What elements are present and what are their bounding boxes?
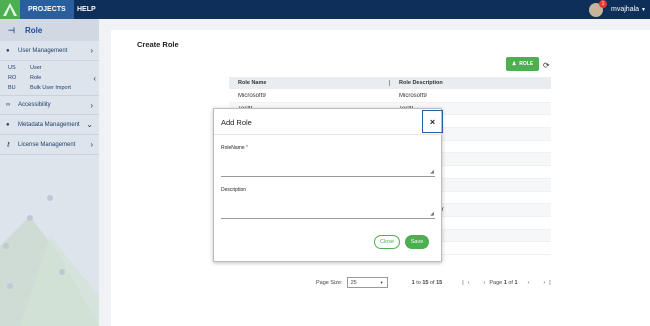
role-description-cell: Microsoft9	[399, 92, 427, 99]
sidebar-item-user[interactable]: US User	[0, 63, 99, 73]
description-field[interactable]: ◢	[221, 204, 435, 219]
sidebar-section-license-management[interactable]: ⚷ License Management ›	[0, 135, 99, 155]
first-page-icon[interactable]: |‹	[462, 280, 473, 286]
top-navigation-bar: PROJECTS HELP 1 mvajhala ▼	[0, 0, 650, 19]
role-name-field[interactable]: ◢	[221, 162, 435, 177]
pin-icon[interactable]: ⊣	[8, 26, 15, 35]
user-icon: ●	[6, 47, 10, 54]
resize-handle-icon[interactable]: ◢	[430, 211, 434, 217]
add-role-button[interactable]: ♟ ROLE	[506, 57, 539, 71]
add-role-button-label: ROLE	[519, 61, 534, 67]
sidebar-section-accessibility[interactable]: ∞ Accessibility ›	[0, 95, 99, 115]
add-role-dialog: Add Role × RoleName * ◢ Description ◢ Cl…	[213, 108, 443, 262]
sidebar-item-label: Bulk User Import	[30, 85, 71, 91]
page-size-label: Page Size:	[316, 279, 343, 286]
sidebar: ⊣ Role ● User Management › US User RO Role…	[0, 19, 99, 326]
table-header: Role Name Role Description	[229, 77, 551, 89]
dialog-divider	[214, 134, 443, 135]
role-name-label: RoleName *	[221, 145, 248, 151]
chevron-right-icon: ›	[90, 100, 93, 110]
chevron-right-icon: ›	[90, 140, 93, 149]
next-page-icon[interactable]: ›	[528, 280, 534, 286]
sidebar-item-code: BU	[8, 85, 16, 91]
close-icon[interactable]: ×	[422, 110, 443, 133]
sidebar-title: Role	[24, 25, 43, 35]
sidebar-section-label: License Management	[18, 141, 76, 148]
table-row[interactable]: Microsoft9 Microsoft9	[229, 90, 551, 103]
sidebar-item-label: User	[30, 65, 42, 71]
refresh-icon[interactable]: ⟳	[543, 61, 550, 70]
user-name[interactable]: mvajhala	[611, 6, 639, 13]
chevron-right-icon: ›	[90, 46, 93, 55]
key-icon: ⚷	[6, 142, 11, 148]
sidebar-section-metadata-management[interactable]: ● Metadata Management ⌄	[0, 115, 99, 135]
resize-handle-icon[interactable]: ◢	[430, 169, 434, 175]
page-size-value: 25	[350, 279, 357, 286]
sidebar-section-label: Accessibility	[18, 102, 51, 108]
chevron-down-icon: ⌄	[86, 120, 93, 129]
page-size-select[interactable]: 25 ▼	[346, 277, 388, 288]
chevron-down-icon[interactable]: ▼	[641, 7, 646, 13]
user-menu[interactable]: 1 mvajhala ▼	[589, 0, 646, 19]
save-button[interactable]: Save	[405, 235, 429, 249]
sidebar-section-user-management[interactable]: ● User Management ›	[0, 41, 99, 61]
role-name-cell: Microsoft9	[238, 92, 266, 99]
user-plus-icon: ♟	[511, 61, 517, 67]
description-label: Description	[221, 187, 247, 193]
dialog-title: Add Role	[221, 118, 252, 127]
pagination: Page Size: 25 ▼ 1 to 15 of 15 |‹ ‹ Page …	[316, 277, 555, 288]
row-count: 1 to 15 of 15	[411, 279, 443, 286]
app-logo[interactable]	[0, 0, 20, 19]
last-page-icon[interactable]: ›|	[543, 280, 554, 286]
sidebar-item-role[interactable]: RO Role ‹	[0, 73, 99, 83]
column-header-role-description[interactable]: Role Description	[390, 80, 443, 86]
link-icon: ∞	[6, 102, 11, 108]
avatar[interactable]: 1	[589, 0, 608, 17]
chevron-left-icon: ‹	[93, 73, 96, 83]
column-header-role-name[interactable]: Role Name	[229, 80, 390, 86]
page-indicator: Page 1 of 1	[489, 279, 518, 286]
sidebar-section-label: Metadata Management	[18, 121, 80, 128]
sidebar-item-code: RO	[8, 75, 17, 81]
tab-help[interactable]: HELP	[69, 0, 104, 19]
sidebar-item-label: Role	[30, 75, 42, 81]
close-button[interactable]: Close	[374, 235, 400, 249]
sidebar-item-code: US	[8, 65, 16, 71]
sidebar-header: ⊣ Role	[0, 19, 99, 41]
user-icon: ●	[6, 121, 10, 128]
tab-projects[interactable]: PROJECTS	[20, 0, 74, 19]
sidebar-section-label: User Management	[18, 47, 68, 54]
page-title: Create Role	[137, 40, 179, 49]
sidebar-decoration	[0, 195, 99, 326]
notification-badge: 1	[599, 0, 608, 8]
chevron-down-icon: ▼	[379, 280, 384, 285]
sidebar-item-bulk-user-import[interactable]: BU Bulk User Import	[0, 83, 99, 93]
